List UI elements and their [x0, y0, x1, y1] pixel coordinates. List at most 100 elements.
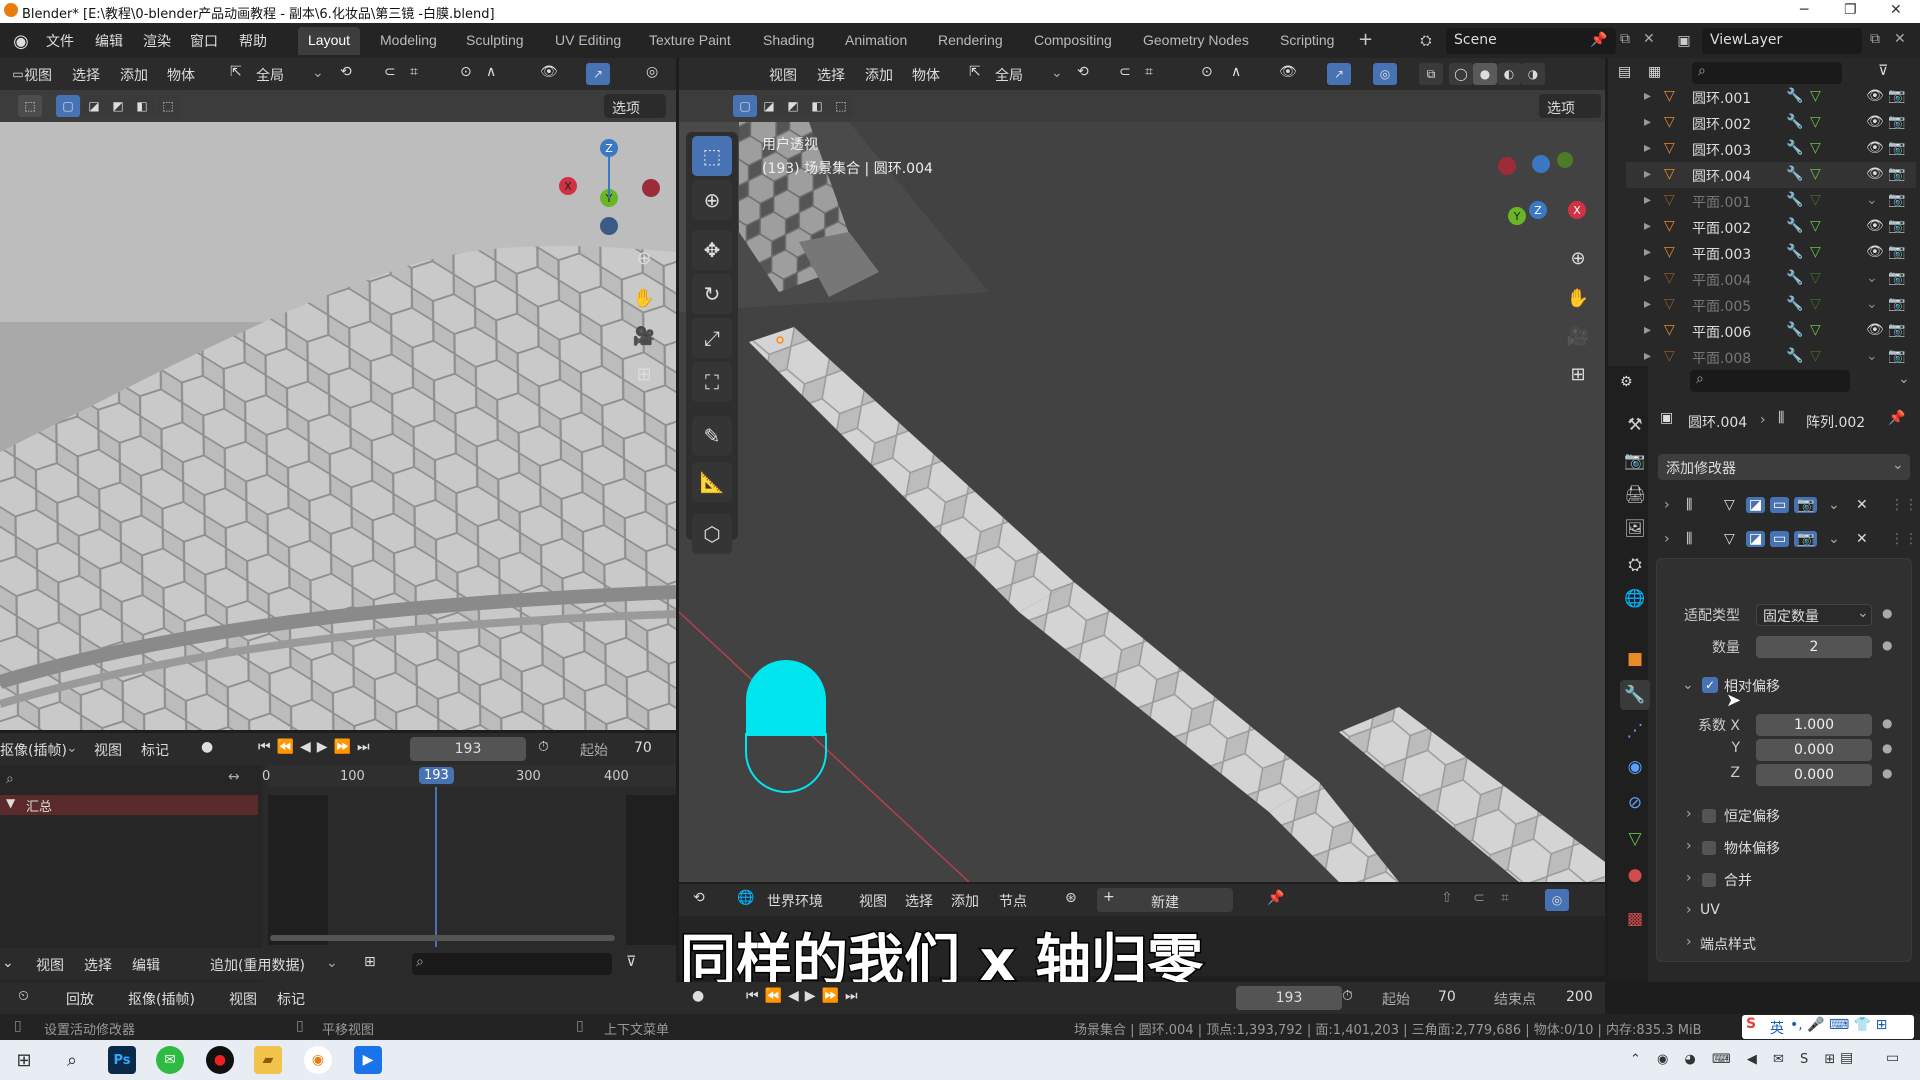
annotate-tool-icon[interactable]: ✎	[692, 416, 732, 456]
material-properties-icon[interactable]: ●	[1620, 860, 1650, 890]
new-view-layer-icon[interactable]: ⧉	[1870, 31, 1880, 47]
select-subtract-icon[interactable]: ◩	[106, 95, 130, 117]
keyframe-dot-icon[interactable]: ●	[1882, 741, 1892, 755]
shader-menu-view[interactable]: 视图	[859, 891, 887, 911]
fb-mode[interactable]: 追加(重用数据)	[210, 955, 305, 975]
eye-icon[interactable]: ⌄	[1866, 192, 1878, 208]
timeline-menu-view[interactable]: 视图	[94, 740, 122, 760]
count-field[interactable]: 2	[1756, 636, 1872, 658]
tab-geometry-nodes[interactable]: Geometry Nodes	[1133, 27, 1259, 55]
eye-icon[interactable]: 👁	[1866, 244, 1884, 260]
render-camera-icon[interactable]: 📷	[1888, 244, 1905, 260]
gizmo-toggle-icon[interactable]: ↗	[1327, 63, 1351, 85]
shading-render-icon[interactable]: ◑	[1521, 63, 1545, 85]
scene-icon[interactable]: ⛭	[1414, 30, 1438, 52]
outliner-row[interactable]: ▸ ▽ 平面.005 🔧 ▽ ⌄ 📷	[1626, 292, 1916, 318]
mesh-data-icon[interactable]: ▽	[1810, 114, 1821, 130]
menu-help[interactable]: 帮助	[239, 31, 267, 51]
select-invert-icon[interactable]: ◧	[130, 95, 154, 117]
current-frame-marker[interactable]: 193	[419, 767, 454, 784]
file-explorer-icon[interactable]: ▰	[254, 1046, 282, 1074]
chevron-down-icon[interactable]: ⌄	[1828, 531, 1840, 547]
modifier-subpanel[interactable]: › UV	[1680, 902, 1900, 924]
mesh-data-icon[interactable]: ▽	[1810, 88, 1821, 104]
ime-language[interactable]: 英	[1770, 1018, 1784, 1038]
parent-icon[interactable]: ⇧	[1441, 890, 1453, 906]
fb-menu-select[interactable]: 选择	[84, 955, 112, 975]
snap-grid-icon[interactable]: ⌗	[1501, 890, 1509, 906]
xray-icon[interactable]: ⧉	[1419, 63, 1443, 85]
menu-render[interactable]: 渲染	[143, 31, 171, 51]
pan-hand-icon[interactable]: ✋	[1562, 282, 1594, 314]
modifier-icon[interactable]: 🔧	[1786, 218, 1803, 234]
move-tool-icon[interactable]: ✥	[692, 230, 732, 270]
modifier-icon[interactable]: 🔧	[1786, 244, 1803, 260]
render-icon[interactable]: 📷	[1794, 497, 1818, 513]
render-camera-icon[interactable]: 📷	[1888, 270, 1905, 286]
physics-properties-icon[interactable]: ◉	[1620, 752, 1650, 782]
overlay-icon[interactable]: ◎	[1545, 889, 1569, 911]
modifier-header[interactable]: › ⫼ ▽ ◪ ▭ 📷 ⌄ ✕ ⋮⋮	[1660, 494, 1918, 520]
keyframe-dot-icon[interactable]: ●	[1882, 606, 1892, 620]
chevron-down-icon[interactable]: ⌄	[312, 65, 324, 81]
left-orientation[interactable]: 全局	[256, 65, 284, 85]
outliner-row[interactable]: ▸ ▽ 圆环.002 🔧 ▽ 👁 📷	[1626, 110, 1916, 136]
chevron-down-icon[interactable]: ⌄	[1682, 677, 1694, 693]
modifier-icon[interactable]: 🔧	[1786, 140, 1803, 156]
outliner-row[interactable]: ▸ ▽ 平面.001 🔧 ▽ ⌄ 📷	[1626, 188, 1916, 214]
outliner-row[interactable]: ▸ ▽ 圆环.004 🔧 ▽ 👁 📷	[1626, 162, 1916, 188]
eye-icon[interactable]: 👁	[1866, 88, 1884, 104]
tab-modeling[interactable]: Modeling	[370, 27, 447, 55]
render-camera-icon[interactable]: 📷	[1888, 140, 1905, 156]
eye-icon[interactable]: 👁	[1866, 114, 1884, 130]
pin-icon[interactable]: 📌	[1267, 890, 1284, 906]
select-box-new-icon[interactable]: ▢	[733, 95, 757, 117]
wechat-icon[interactable]: ✉	[156, 1046, 184, 1074]
filter-icon[interactable]: ⊽	[1878, 63, 1888, 79]
measure-tool-icon[interactable]: 📐	[692, 462, 732, 502]
display-mode-icon[interactable]: ⊞	[364, 954, 376, 970]
grid-perspective-icon[interactable]: ⊞	[1562, 358, 1594, 390]
tab-shading[interactable]: Shading	[753, 27, 824, 55]
tab-sculpting[interactable]: Sculpting	[456, 27, 534, 55]
eye-icon[interactable]: 👁	[1866, 166, 1884, 182]
edit-mode-icon[interactable]: ▽	[1724, 531, 1735, 547]
pb-start-value[interactable]: 70	[1438, 989, 1456, 1005]
realtime-icon[interactable]: ▭	[1770, 497, 1790, 513]
pivot-icon[interactable]: ⟲	[340, 64, 352, 80]
eye-icon[interactable]: ⌄	[1866, 348, 1878, 364]
scale-tool-icon[interactable]: ⤢	[692, 318, 732, 358]
tab-layout[interactable]: Layout	[298, 27, 361, 55]
snap-icon[interactable]: ⊂	[1119, 64, 1131, 80]
overlay-icon[interactable]: ◎	[1373, 63, 1397, 85]
player-icon[interactable]: ▶	[354, 1046, 382, 1074]
main-menu-view[interactable]: 视图	[769, 65, 797, 85]
expand-arrow-icon[interactable]: ▸	[1644, 244, 1651, 260]
gizmo-toggle-icon[interactable]: ↗	[586, 63, 610, 85]
data-properties-icon[interactable]: ▽	[1620, 824, 1650, 854]
tab-texture-paint[interactable]: Texture Paint	[639, 27, 741, 55]
left-menu-select[interactable]: 选择	[72, 65, 100, 85]
visibility-icon[interactable]: 👁	[540, 64, 558, 80]
expand-arrow-icon[interactable]: ▸	[1644, 88, 1651, 104]
pin-icon[interactable]: 📌	[1888, 410, 1905, 426]
modifier-subpanel[interactable]: › 恒定偏移	[1680, 806, 1900, 828]
editor-type-icon[interactable]: ⟲	[693, 890, 705, 906]
transform-tool-icon[interactable]: ⛶	[692, 362, 732, 402]
object-properties-icon[interactable]: ■	[1620, 644, 1650, 674]
tab-scripting[interactable]: Scripting	[1270, 27, 1344, 55]
modifier-icon[interactable]: 🔧	[1786, 322, 1803, 338]
render-icon[interactable]: 📷	[1794, 531, 1818, 547]
blender-taskbar-icon[interactable]: ◉	[304, 1046, 332, 1074]
proportional-icon[interactable]: ⊙	[1201, 64, 1213, 80]
outliner-row[interactable]: ▸ ▽ 平面.003 🔧 ▽ 👁 📷	[1626, 240, 1916, 266]
world-selector[interactable]: 世界环境	[767, 891, 823, 911]
mesh-data-icon[interactable]: ▽	[1810, 166, 1821, 182]
shading-solid-icon[interactable]: ●	[1473, 63, 1497, 85]
mesh-data-icon[interactable]: ▽	[1810, 140, 1821, 156]
pb-menu-marker[interactable]: 标记	[277, 989, 305, 1009]
editor-type-icon[interactable]: ⌄	[2, 955, 14, 971]
restore-icon[interactable]: ❐	[1844, 2, 1857, 18]
main-options-dropdown[interactable]: 选项	[1539, 94, 1601, 118]
falloff-icon[interactable]: ∧	[1231, 64, 1241, 80]
